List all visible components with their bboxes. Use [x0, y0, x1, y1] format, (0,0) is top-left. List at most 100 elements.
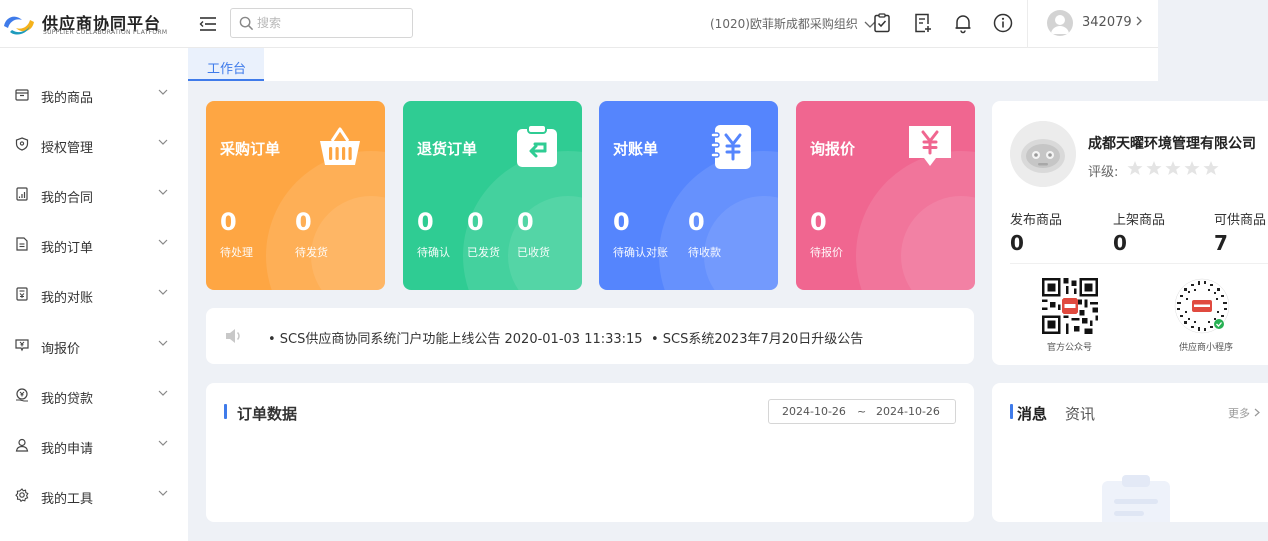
stat-label: 已发货	[467, 246, 500, 259]
stat-value[interactable]: 0	[1010, 231, 1024, 255]
chevron-down-icon	[158, 89, 168, 95]
org-selector[interactable]: (1020)欧菲斯成都采购组织	[710, 15, 876, 32]
sidebar-item-loans[interactable]: 我的贷款	[0, 376, 188, 416]
quote-icon	[15, 339, 29, 352]
box-icon	[15, 89, 29, 101]
chevron-down-icon	[158, 340, 168, 346]
clipboard-check-icon[interactable]	[871, 12, 893, 34]
chevron-down-icon	[158, 289, 168, 295]
card-title: 对账单	[613, 140, 659, 158]
brand-logo-icon	[4, 16, 34, 35]
sidebar-item-quotation[interactable]: 询报价	[0, 326, 188, 366]
announcement-bar: • SCS供应商协同系统门户功能上线公告 2020-01-03 11:33:15…	[206, 308, 974, 364]
stat-value[interactable]: 7	[1214, 231, 1228, 255]
stat-label: 待确认对账	[613, 246, 668, 259]
menu-collapse-icon[interactable]	[198, 14, 218, 34]
reconciliation-card[interactable]: 对账单 0 待确认对账 0 待收款	[599, 101, 778, 290]
stat-label: 待报价	[810, 246, 843, 259]
user-id-text: 342079	[1082, 15, 1132, 30]
stat-label: 待发货	[295, 246, 328, 259]
chevron-down-icon	[158, 390, 168, 396]
speaker-icon	[226, 329, 240, 343]
stat-value[interactable]: 0	[467, 208, 484, 236]
more-link[interactable]: 更多	[1228, 405, 1260, 421]
official-account-qr-code[interactable]	[1042, 278, 1098, 334]
robot-avatar-icon	[1010, 121, 1076, 187]
card-title: 退货订单	[417, 140, 478, 158]
stat-value[interactable]: 0	[810, 208, 827, 236]
chevron-down-icon	[158, 189, 168, 195]
announcement-link[interactable]: • SCS供应商协同系统门户功能上线公告 2020-01-03 11:33:15	[268, 328, 643, 347]
stat-label: 发布商品	[1010, 213, 1063, 228]
star-icon	[1127, 161, 1143, 175]
info-icon[interactable]	[992, 12, 1014, 34]
basket-icon	[320, 127, 360, 165]
stat-value[interactable]: 0	[688, 208, 705, 236]
order-data-title: 订单数据	[237, 405, 298, 423]
return-order-card[interactable]: 退货订单 0 待确认 0 已发货 0 已收货	[403, 101, 582, 290]
sidebar-item-label: 我的贷款	[41, 392, 94, 407]
sidebar-item-label: 询报价	[41, 342, 81, 357]
more-link-label: 更多	[1228, 407, 1250, 420]
chevron-down-icon	[158, 440, 168, 446]
document-add-icon[interactable]	[911, 12, 933, 34]
tab-label: 工作台	[207, 62, 247, 77]
announcement-link[interactable]: • SCS系统2023年7月20日升级公告	[651, 328, 863, 347]
stat-value[interactable]: 0	[295, 208, 312, 236]
company-avatar[interactable]	[1010, 121, 1076, 187]
sidebar-item-label: 我的对账	[41, 291, 94, 306]
sidebar-item-authorization[interactable]: 授权管理	[0, 125, 188, 165]
top-header: 供应商协同平台 SUPPLIER COLLABORATION PLATFORM …	[0, 0, 1158, 48]
yen-book-icon	[710, 125, 751, 169]
star-icon	[1184, 161, 1200, 175]
reconcile-icon	[16, 287, 28, 301]
sidebar-item-orders[interactable]: 我的订单	[0, 225, 188, 265]
stat-value[interactable]: 0	[417, 208, 434, 236]
sidebar-item-reconciliation[interactable]: 我的对账	[0, 275, 188, 315]
sidebar-item-contracts[interactable]: 我的合同	[0, 175, 188, 215]
company-name: 成都天曜环境管理有限公司	[1088, 136, 1256, 152]
search-box[interactable]	[230, 8, 413, 38]
quotation-card[interactable]: 询报价 0 待报价	[796, 101, 975, 290]
purchase-order-card[interactable]: 采购订单 0 待处理 0 待发货	[206, 101, 385, 290]
tab-workbench[interactable]: 工作台	[188, 48, 264, 81]
sidebar-item-label: 我的合同	[41, 191, 94, 206]
messages-panel: 消息 资讯 更多	[992, 383, 1268, 522]
tab-bar: 工作台	[188, 48, 1158, 81]
sidebar-item-label: 授权管理	[41, 141, 94, 156]
chevron-right-icon	[1254, 408, 1260, 417]
chevron-down-icon	[158, 239, 168, 245]
sidebar-item-applications[interactable]: 我的申请	[0, 426, 188, 466]
qr-label: 供应商小程序	[1179, 343, 1234, 353]
org-name: (1020)欧菲斯成都采购组织	[710, 17, 858, 31]
stat-value[interactable]: 0	[220, 208, 237, 236]
chevron-down-icon	[158, 139, 168, 145]
stat-value[interactable]: 0	[1113, 231, 1127, 255]
sidebar-item-label: 我的工具	[41, 492, 94, 507]
sidebar-item-products[interactable]: 我的商品	[0, 75, 188, 115]
rating-stars	[1127, 160, 1222, 180]
sidebar-item-tools[interactable]: 我的工具	[0, 476, 188, 516]
stat-label: 上架商品	[1113, 213, 1166, 228]
search-input[interactable]	[257, 13, 407, 33]
star-icon	[1203, 161, 1219, 175]
stat-label: 可供商品	[1214, 213, 1267, 228]
tab-messages[interactable]: 消息	[1017, 403, 1047, 424]
user-avatar-icon	[1051, 15, 1069, 34]
sidebar-item-label: 我的订单	[41, 241, 94, 256]
section-accent	[224, 404, 227, 419]
stat-value[interactable]: 0	[517, 208, 534, 236]
star-icon	[1165, 161, 1181, 175]
brand-logo[interactable]: 供应商协同平台 SUPPLIER COLLABORATION PLATFORM	[0, 8, 180, 40]
tab-news[interactable]: 资讯	[1065, 403, 1095, 424]
stat-label: 待确认	[417, 246, 450, 259]
sidebar-nav: 我的商品 授权管理 我的合同 我的订单 我的对账 询报价 我的贷款 我的申请 我	[0, 48, 188, 541]
stat-value[interactable]: 0	[613, 208, 630, 236]
mini-program-qr-code[interactable]	[1174, 278, 1230, 334]
date-range-picker[interactable]: 2024-10-26 ~ 2024-10-26	[768, 399, 956, 424]
search-icon	[239, 16, 254, 31]
sidebar-item-label: 我的申请	[41, 442, 94, 457]
divider	[1010, 263, 1268, 264]
bell-icon[interactable]	[952, 12, 974, 34]
card-title: 询报价	[810, 140, 856, 158]
